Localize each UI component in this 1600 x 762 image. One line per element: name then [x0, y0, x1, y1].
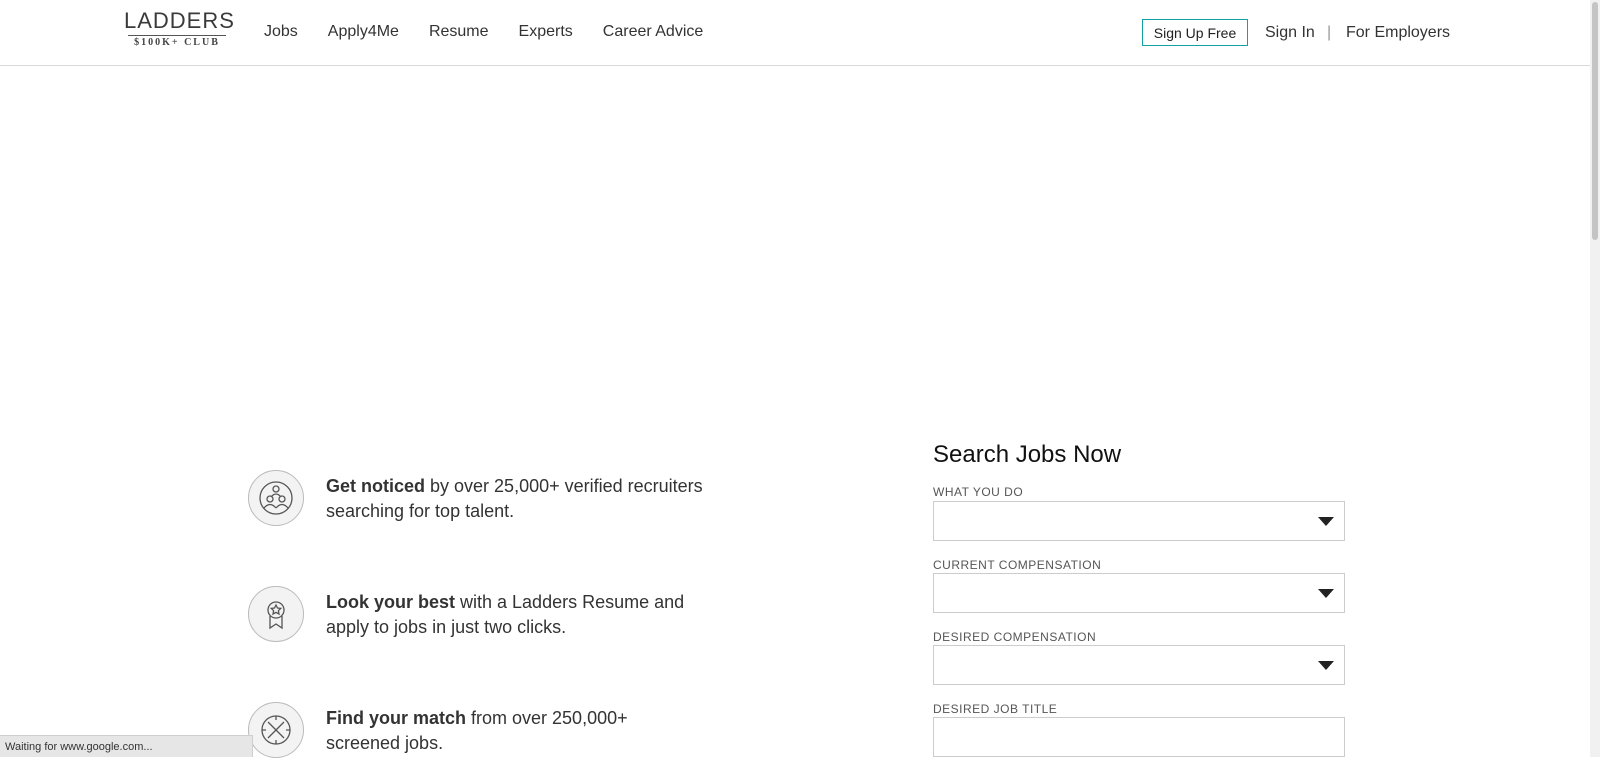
nav-jobs[interactable]: Jobs	[264, 22, 298, 42]
caret-down-icon	[1318, 589, 1334, 598]
nav-apply4me[interactable]: Apply4Me	[328, 22, 399, 42]
main-nav: Jobs Apply4Me Resume Experts Career Advi…	[264, 22, 733, 42]
feature-bold: Look your best	[326, 592, 456, 612]
feature-text: Look your best with a Ladders Resume and…	[326, 590, 706, 640]
desired-compensation-label: DESIRED COMPENSATION	[933, 630, 1097, 644]
caret-down-icon	[1318, 517, 1334, 526]
current-compensation-select[interactable]	[933, 573, 1345, 613]
feature-text: Find your match from over 250,000+ scree…	[326, 706, 706, 756]
sign-up-button[interactable]: Sign Up Free	[1142, 19, 1248, 46]
nav-separator: |	[1327, 24, 1332, 41]
feature-find-your-match: Find your match from over 250,000+ scree…	[248, 702, 708, 762]
nav-resume[interactable]: Resume	[429, 22, 489, 42]
what-you-do-select[interactable]	[933, 501, 1345, 541]
scrollbar-thumb[interactable]	[1592, 2, 1598, 240]
ladders-logo[interactable]: LADDERS $100K+ CLUB	[124, 8, 235, 50]
nav-career-advice[interactable]: Career Advice	[603, 22, 704, 42]
logo-tagline: $100K+ CLUB	[134, 37, 220, 48]
feature-look-your-best: Look your best with a Ladders Resume and…	[248, 586, 708, 646]
nav-experts[interactable]: Experts	[519, 22, 573, 42]
compass-icon	[248, 702, 304, 758]
feature-bold: Get noticed	[326, 476, 426, 496]
search-jobs-title: Search Jobs Now	[933, 441, 1122, 468]
desired-job-title-input[interactable]	[933, 717, 1345, 757]
current-compensation-label: CURRENT COMPENSATION	[933, 558, 1102, 572]
desired-compensation-select[interactable]	[933, 645, 1345, 685]
logo-wordmark: LADDERS	[124, 8, 235, 33]
browser-status-bar: Waiting for www.google.com...	[0, 735, 253, 757]
feature-get-noticed: Get noticed by over 25,000+ verified rec…	[248, 470, 708, 530]
people-icon	[248, 470, 304, 526]
award-icon	[248, 586, 304, 642]
site-header: LADDERS $100K+ CLUB Jobs Apply4Me Resume…	[0, 0, 1590, 66]
desired-job-title-label: DESIRED JOB TITLE	[933, 702, 1058, 716]
feature-bold: Find your match	[326, 708, 467, 728]
feature-text: Get noticed by over 25,000+ verified rec…	[326, 474, 706, 524]
sign-in-link[interactable]: Sign In	[1265, 23, 1315, 43]
caret-down-icon	[1318, 661, 1334, 670]
what-you-do-label: WHAT YOU DO	[933, 485, 1024, 499]
for-employers-link[interactable]: For Employers	[1346, 23, 1450, 43]
